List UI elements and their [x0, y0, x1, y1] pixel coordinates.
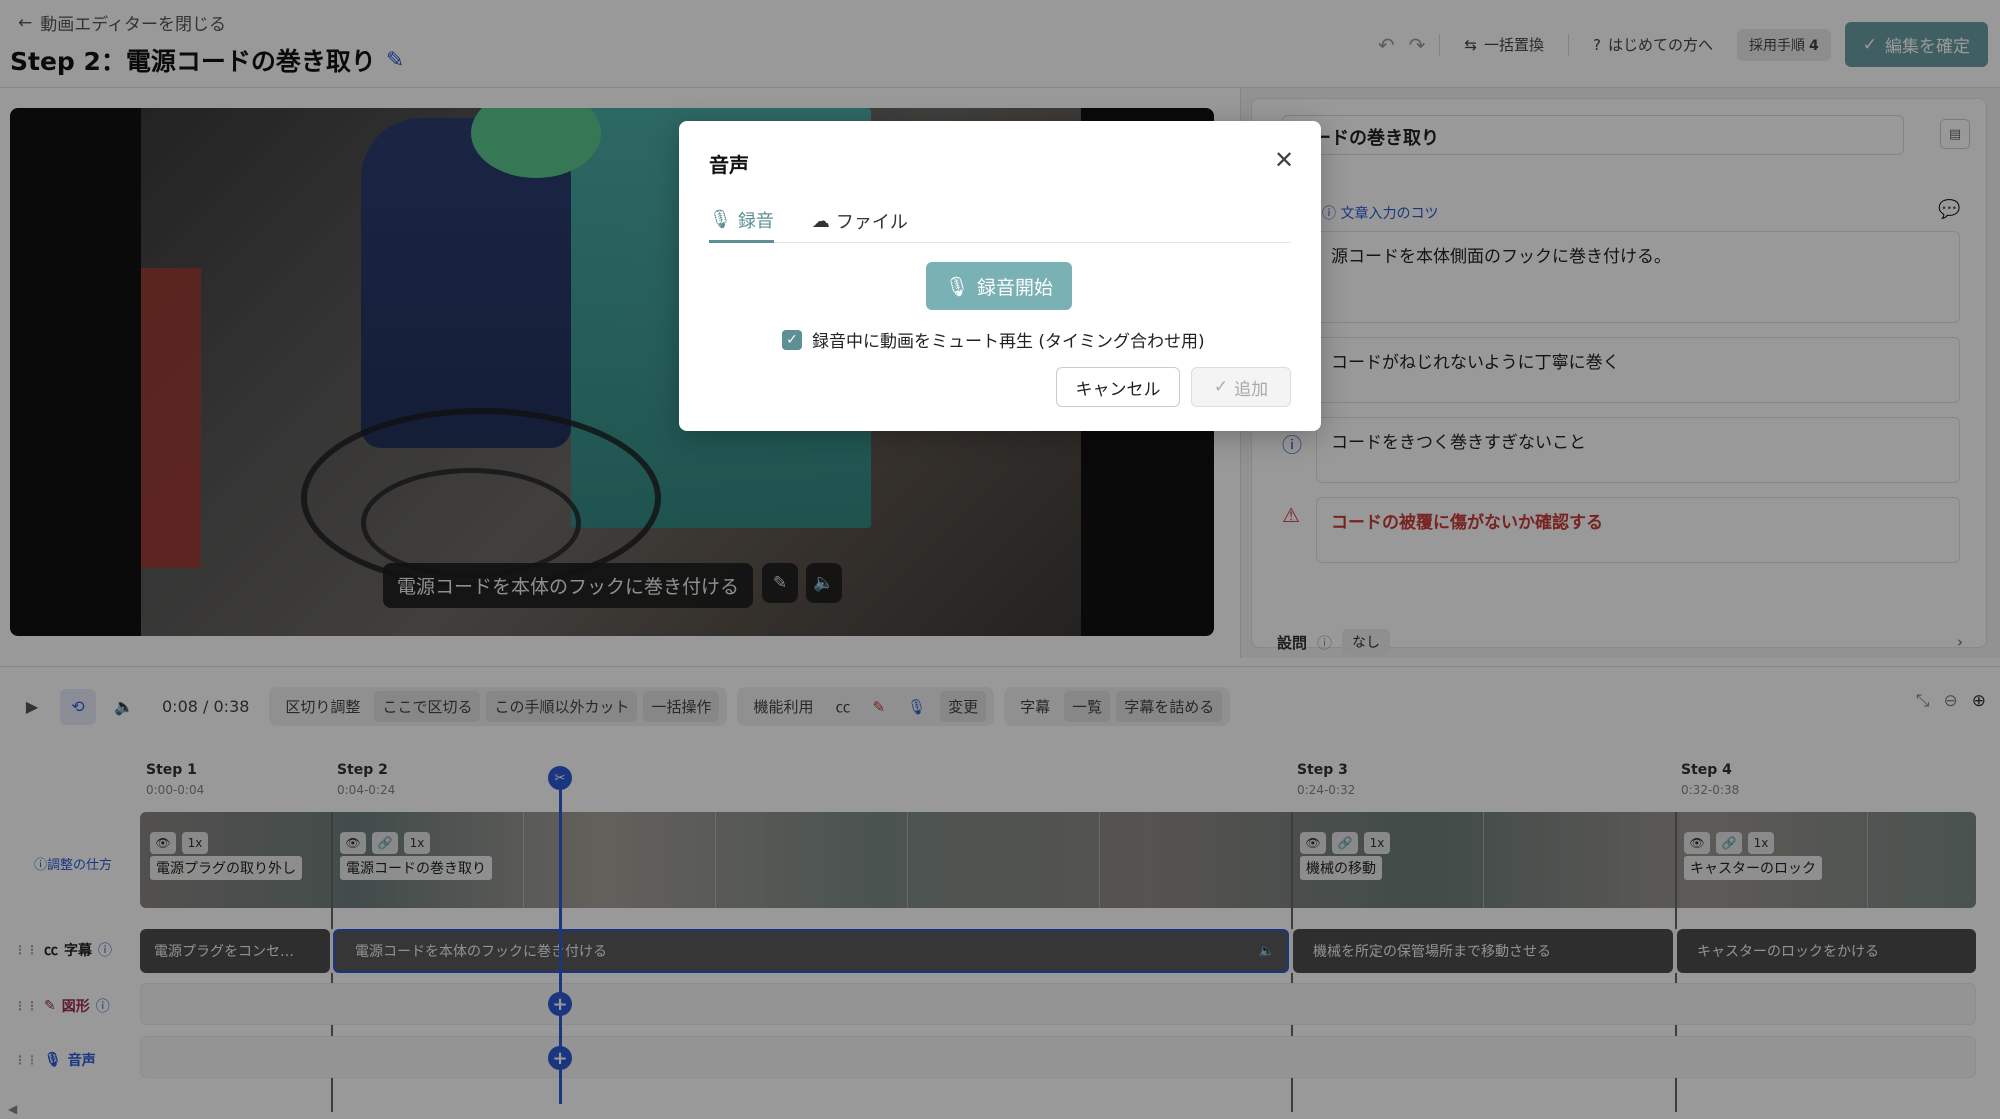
microphone-icon: 🎙 — [944, 275, 970, 298]
dialog-title: 音声 — [709, 153, 749, 177]
close-icon[interactable]: ✕ — [1269, 145, 1299, 175]
mute-checkbox[interactable]: ✓ — [782, 329, 802, 350]
tab-file[interactable]: ☁ ファイル — [812, 199, 908, 243]
audio-tabs: 🎙 録音 ☁ ファイル — [709, 199, 1291, 243]
add-button[interactable]: ✓ 追加 — [1191, 367, 1291, 407]
mute-while-recording-option[interactable]: ✓ 録音中に動画をミュート再生 (タイミング合わせ用) — [782, 327, 1205, 352]
cloud-upload-icon: ☁ — [811, 210, 830, 232]
tab-record[interactable]: 🎙 録音 — [709, 199, 774, 243]
cancel-button[interactable]: キャンセル — [1056, 367, 1180, 407]
check-icon: ✓ — [1213, 377, 1229, 397]
start-recording-button[interactable]: 🎙 録音開始 — [926, 262, 1072, 310]
audio-dialog: 音声 ✕ 🎙 録音 ☁ ファイル 🎙 録音開始 ✓ 録音中に動画をミュート再生 … — [679, 121, 1321, 431]
microphone-icon: 🎙 — [709, 209, 732, 230]
